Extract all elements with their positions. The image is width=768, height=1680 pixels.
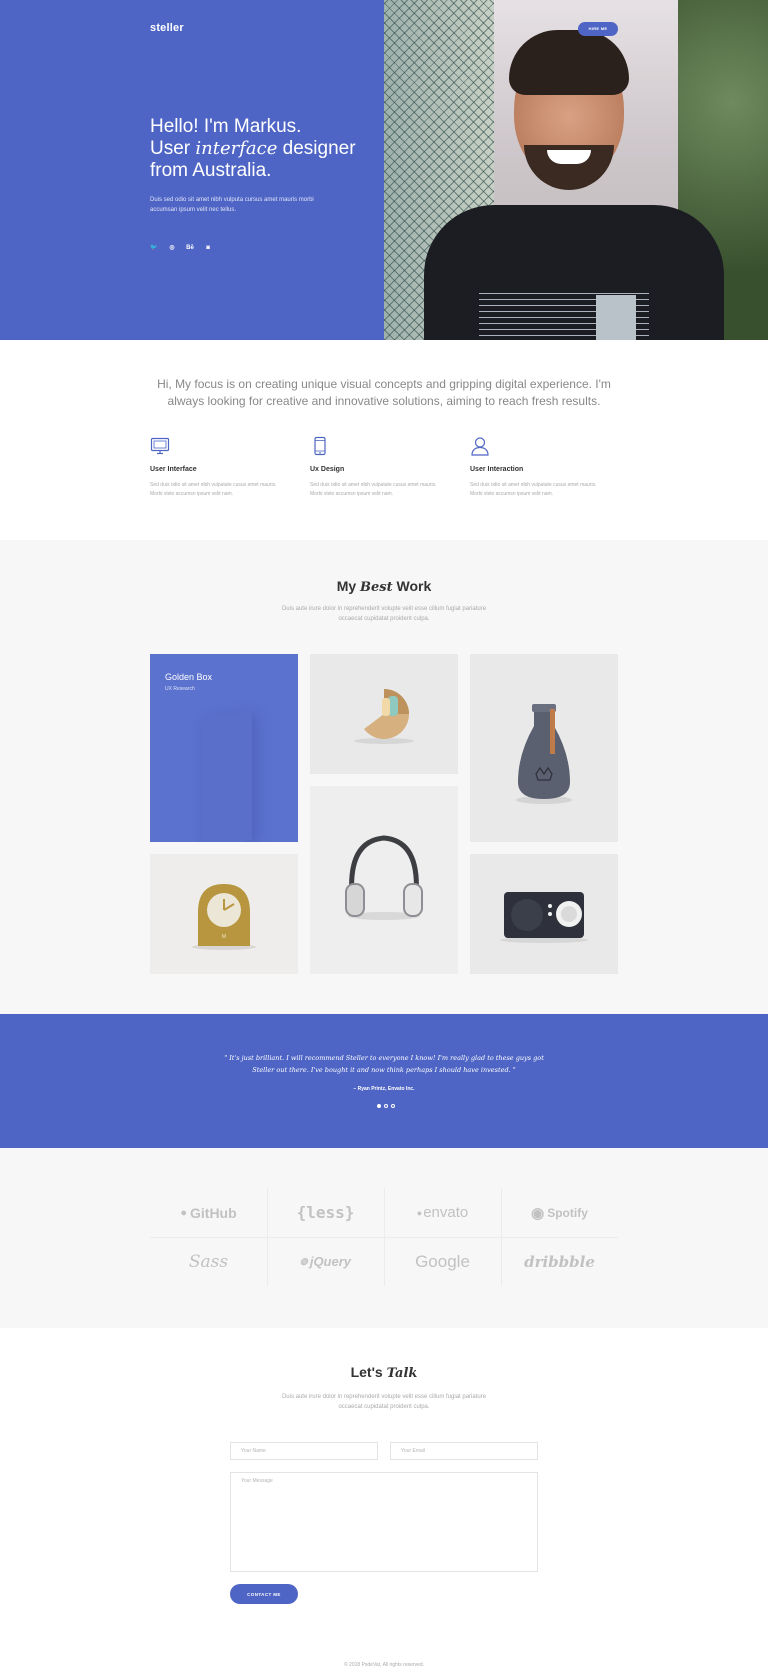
client-logo-github: ● GitHub (180, 1204, 237, 1221)
hire-me-button[interactable]: HIRE ME (578, 22, 618, 36)
client-logo-grid: ● GitHub {less} ● envato ◉ Spotify Sass ◍ jQ… (150, 1188, 618, 1286)
client-logo-google: Google (384, 1237, 501, 1286)
contact-title-emphasis: Talk (386, 1366, 418, 1381)
contact-subtitle: Duis aute irure dolor in reprehenderit v… (281, 1394, 487, 1410)
pagination-dot-1[interactable] (377, 1104, 381, 1108)
golden-box-image (202, 710, 252, 842)
feature-text: Sed duis odio sit amet nibh vulputate cu… (310, 482, 437, 497)
contact-me-button[interactable]: CONTACT ME (230, 1584, 298, 1604)
work-tile-headphones[interactable] (310, 786, 458, 974)
client-logo-text: jQuery (309, 1254, 352, 1269)
contact-section: Let's Talk Duis aute irure dolor in repr… (0, 1328, 768, 1680)
feature-title: User Interaction (470, 466, 524, 473)
contact-title-pre: Let's (350, 1364, 387, 1380)
monitor-icon (150, 437, 170, 455)
client-logo-text: dribbble (524, 1252, 595, 1271)
hero-section: steller Hello! I'm Markus. User interfac… (0, 0, 768, 340)
client-logo-text: Google (415, 1251, 470, 1271)
feature-title: Ux Design (310, 466, 345, 473)
hero-title: Hello! I'm Markus. User interface design… (150, 116, 370, 182)
hero-panel: steller Hello! I'm Markus. User interfac… (0, 0, 384, 340)
intro-section: Hi, My focus is on creating unique visua… (0, 340, 768, 540)
testimonial-section: " It's just brilliant. I will recommend … (0, 1014, 768, 1148)
work-section: My Best Work Duis aute irure dolor in re… (0, 540, 768, 1014)
intro-text: Hi, My focus is on creating unique visua… (157, 377, 611, 408)
client-logo-less: {less} (267, 1188, 384, 1237)
email-input[interactable] (390, 1442, 538, 1460)
hero-title-line2-post: designer (277, 138, 356, 159)
work-tile-clock[interactable]: M (150, 854, 298, 974)
behance-icon[interactable]: Bē (186, 244, 194, 252)
feature-text: Sed duis odio sit amet nibh vulputate cu… (470, 482, 597, 497)
message-input[interactable] (230, 1472, 538, 1572)
client-logo-jquery: ◍ jQuery (299, 1254, 352, 1269)
work-tile-radio[interactable] (470, 854, 618, 974)
work-tile-category: UX Research (165, 686, 195, 692)
work-subtitle: Duis aute irure dolor in reprehenderit v… (281, 606, 487, 622)
feature-text: Sed duis odio sit amet nibh vulputate cu… (150, 482, 277, 497)
client-logo-sass: Sass (150, 1237, 267, 1286)
client-logo-text: GitHub (190, 1204, 237, 1221)
client-logo-dribbble: dribbble (501, 1237, 618, 1286)
client-logo-spotify: ◉ Spotify (531, 1204, 588, 1222)
clock-image: M (192, 884, 256, 950)
hero-photo (384, 0, 768, 340)
hero-title-line2-pre: User (150, 138, 196, 159)
work-tile-golden-box[interactable]: Golden Box UX Research (150, 654, 298, 842)
client-logo-text: Sass (188, 1251, 229, 1272)
user-icon (471, 437, 489, 456)
contact-title: Let's Talk (0, 1364, 768, 1381)
hero-title-emphasis: interface (195, 138, 278, 159)
feature-user-interaction: User Interaction Sed duis odio sit amet … (470, 436, 610, 499)
social-links: 🐦 ◎ Bē ◙ (150, 244, 212, 252)
instagram-icon[interactable]: ◙ (204, 244, 212, 252)
client-logo-text: Spotify (547, 1205, 588, 1220)
testimonial-pagination (377, 1104, 395, 1108)
feature-title: User Interface (150, 466, 197, 473)
client-logo-text: {less} (296, 1203, 355, 1222)
twitter-icon[interactable]: 🐦 (150, 244, 158, 252)
footer-copyright: © 2018 PsdeVat, All rights reserved. (343, 1662, 425, 1668)
hero-title-line1: Hello! I'm Markus. (150, 116, 302, 137)
dribbble-icon[interactable]: ◎ (168, 244, 176, 252)
work-title-pre: My (336, 578, 361, 594)
testimonial-author: – Ryan Printz, Envato Inc. (353, 1086, 415, 1092)
name-input[interactable] (230, 1442, 378, 1460)
client-logo-text: envato (423, 1204, 469, 1221)
radio-image (500, 892, 588, 943)
testimonial-quote: " It's just brilliant. I will recommend … (224, 1054, 544, 1074)
pagination-dot-2[interactable] (384, 1104, 388, 1108)
headphones-image (345, 835, 423, 920)
logo[interactable]: steller (150, 22, 184, 34)
wood-speaker-image (354, 689, 414, 744)
bottle-image (516, 704, 572, 804)
client-logo-envato: ● envato (416, 1204, 469, 1221)
hero-subtitle: Duis sed odio sit amet nibh vulputa curs… (150, 197, 314, 213)
work-title-post: Work (392, 578, 432, 594)
pagination-dot-3[interactable] (391, 1104, 395, 1108)
work-tile-bottle[interactable] (470, 654, 618, 842)
work-tile-wood-speaker[interactable] (310, 654, 458, 774)
work-title: My Best Work (0, 578, 768, 595)
mobile-icon (314, 436, 326, 456)
feature-user-interface: User Interface Sed duis odio sit amet ni… (150, 436, 290, 499)
work-tile-title: Golden Box (165, 672, 213, 682)
clients-section: ● GitHub {less} ● envato ◉ Spotify Sass ◍ jQ… (0, 1148, 768, 1328)
hero-title-line3: from Australia. (150, 160, 272, 181)
svg-text:M: M (222, 934, 226, 940)
feature-ux-design: Ux Design Sed duis odio sit amet nibh vu… (310, 436, 450, 499)
shirt-pocket (596, 295, 636, 340)
work-title-emphasis: Best (360, 580, 393, 595)
